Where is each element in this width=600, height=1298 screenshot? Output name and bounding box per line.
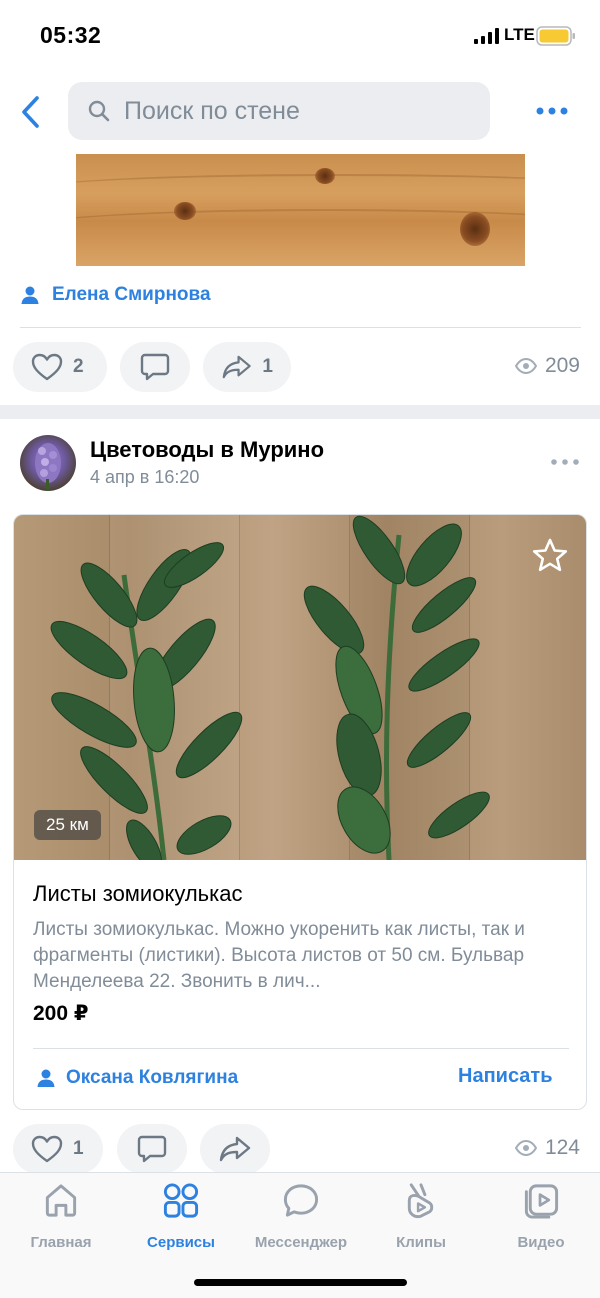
- zamioculcas-leaves-image: [50, 515, 490, 860]
- share-button[interactable]: 1: [203, 342, 291, 392]
- group-avatar[interactable]: [20, 435, 76, 491]
- comment-button[interactable]: [120, 342, 190, 392]
- post-separator: [0, 405, 600, 419]
- clips-icon: [407, 1183, 434, 1219]
- views-count: 209: [544, 354, 580, 377]
- heart-icon: [31, 1135, 63, 1163]
- post-photo[interactable]: [76, 154, 525, 266]
- tab-messenger[interactable]: Мессенджер: [246, 1181, 356, 1251]
- share-count: 1: [262, 356, 273, 377]
- views-counter: 124: [514, 1136, 580, 1160]
- bottom-tab-bar: Главная Сервисы Мессенджер Клипы Видео: [0, 1172, 600, 1298]
- divider: [20, 327, 581, 328]
- network-type: LTE: [504, 25, 535, 44]
- comment-button[interactable]: [117, 1124, 187, 1174]
- views-count: 124: [544, 1136, 580, 1159]
- tab-clips[interactable]: Клипы: [366, 1181, 476, 1251]
- write-message-button[interactable]: Написать: [458, 1065, 553, 1088]
- post-more-button[interactable]: [548, 452, 582, 472]
- tab-label: Мессенджер: [254, 1234, 348, 1251]
- comment-icon: [140, 353, 170, 381]
- post-actions: 2 1 209: [0, 342, 600, 394]
- post-actions: 1 124: [0, 1124, 600, 1176]
- product-title: Листы зомиокулькас: [33, 881, 243, 906]
- seller-link[interactable]: Оксана Ковлягина: [36, 1067, 238, 1089]
- like-count: 2: [73, 356, 84, 377]
- tab-label: Сервисы: [147, 1234, 215, 1251]
- services-grid-icon: [163, 1183, 199, 1218]
- share-button[interactable]: [200, 1124, 270, 1174]
- product-price: 200 ₽: [33, 1002, 89, 1025]
- more-dots-icon: [536, 107, 568, 115]
- product-description: Листы зомиокулькас. Можно укоренить как …: [33, 919, 525, 992]
- wood-knot: [460, 212, 490, 246]
- search-input[interactable]: [124, 96, 424, 126]
- person-icon: [37, 1069, 55, 1087]
- wall-search-field[interactable]: [68, 82, 490, 140]
- header: [0, 70, 600, 154]
- more-button[interactable]: [530, 96, 574, 126]
- market-item-card[interactable]: 25 км Листы зомиокулькас Листы зомиокуль…: [13, 514, 587, 1110]
- like-button[interactable]: 2: [13, 342, 107, 392]
- views-counter: 209: [514, 354, 580, 378]
- eye-icon: [514, 358, 537, 374]
- group-name[interactable]: Цветоводы в Мурино: [90, 437, 324, 463]
- wood-grain: [76, 174, 525, 204]
- home-indicator[interactable]: [194, 1279, 407, 1286]
- seller-name: Оксана Ковлягина: [66, 1067, 239, 1088]
- hyacinth-image: [35, 443, 61, 491]
- share-arrow-icon: [219, 1136, 251, 1162]
- messenger-bubble-icon: [283, 1184, 319, 1217]
- post-author-name: Елена Смирнова: [52, 284, 211, 305]
- eye-icon: [514, 1140, 537, 1156]
- distance-badge: 25 км: [34, 810, 101, 840]
- back-arrow-icon: [22, 96, 39, 128]
- like-button[interactable]: 1: [13, 1124, 103, 1174]
- like-count: 1: [73, 1138, 84, 1159]
- favorite-button[interactable]: [530, 535, 570, 575]
- comment-icon: [137, 1135, 167, 1163]
- person-icon: [21, 286, 39, 304]
- wood-grain: [76, 209, 525, 249]
- search-icon: [88, 100, 110, 122]
- wood-knot: [174, 202, 196, 220]
- tab-label: Главная: [30, 1234, 92, 1251]
- post-date: 4 апр в 16:20: [90, 467, 200, 487]
- signal-icon: [474, 28, 499, 44]
- status-time: 05:32: [40, 22, 102, 48]
- divider: [33, 1048, 569, 1049]
- star-icon: [532, 538, 568, 572]
- home-icon: [45, 1184, 77, 1217]
- tab-label: Клипы: [396, 1234, 446, 1251]
- tab-services[interactable]: Сервисы: [126, 1181, 236, 1251]
- share-arrow-icon: [222, 355, 251, 379]
- product-photo[interactable]: 25 км: [14, 515, 586, 860]
- battery-icon: [536, 26, 575, 46]
- tab-home[interactable]: Главная: [6, 1181, 116, 1251]
- video-play-icon: [524, 1184, 559, 1219]
- post-author-link[interactable]: Елена Смирнова: [20, 282, 211, 308]
- tab-video[interactable]: Видео: [486, 1181, 596, 1251]
- heart-icon: [31, 353, 63, 381]
- more-dots-icon: [551, 459, 579, 465]
- status-bar: 05:32 LTE: [0, 0, 600, 70]
- back-button[interactable]: [12, 90, 48, 134]
- wood-knot: [315, 168, 335, 184]
- tab-label: Видео: [517, 1234, 565, 1251]
